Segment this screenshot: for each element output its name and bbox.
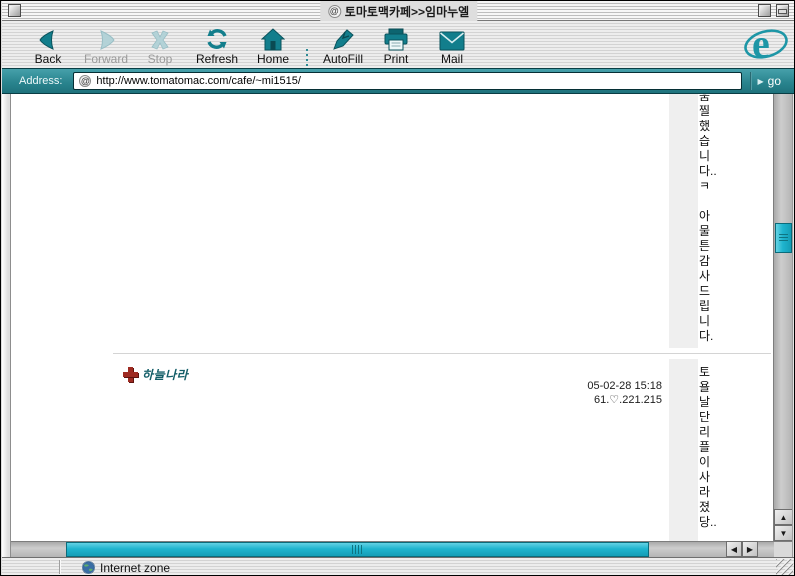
back-button[interactable]: Back: [19, 25, 77, 66]
scroll-down-button[interactable]: ▼: [774, 525, 793, 541]
table-cell-spacer-top: [669, 94, 698, 348]
scrollbar-corner: [774, 541, 792, 557]
window-title-area: @ 토마토맥카페>>임마누엘: [320, 1, 477, 21]
page-content: 움 찔 했 습 니 다.. ㅋ 아 물 튼 감 사 드 립 니 다. 하늘나라 …: [11, 94, 773, 541]
vertical-scrollbar[interactable]: ▲ ▼: [773, 94, 792, 541]
horizontal-scrollbar[interactable]: ◀ ▶: [11, 541, 774, 557]
scroll-right-button[interactable]: ▶: [742, 541, 758, 557]
status-bar: Internet zone: [2, 557, 795, 576]
stop-button: Stop: [131, 25, 189, 66]
forward-icon: [94, 26, 118, 51]
close-box[interactable]: [8, 4, 21, 17]
forward-button: Forward: [77, 25, 135, 66]
scroll-up-button[interactable]: ▲: [774, 509, 793, 525]
mail-label: Mail: [441, 53, 463, 66]
row-divider: [113, 353, 771, 354]
vertical-scroll-thumb[interactable]: [775, 223, 792, 253]
comment-text-top: 움 찔 했 습 니 다.. ㅋ 아 물 튼 감 사 드 립 니 다.: [699, 94, 725, 344]
author-signature: 하늘나라: [123, 366, 188, 383]
svg-text:e: e: [752, 23, 770, 65]
go-button[interactable]: ▶ go: [757, 74, 795, 88]
print-icon: [383, 26, 409, 51]
horizontal-scroll-thumb[interactable]: [66, 542, 649, 557]
stop-label: Stop: [148, 53, 173, 66]
status-segment-divider: [59, 560, 60, 574]
window-resize-grip[interactable]: [776, 559, 793, 576]
right-arrow-icon: ▶: [747, 545, 753, 554]
home-button[interactable]: Home: [244, 25, 302, 66]
home-label: Home: [257, 53, 289, 66]
page-at-icon: @: [328, 5, 341, 18]
home-icon: [261, 26, 285, 51]
zoom-box[interactable]: [758, 4, 771, 17]
address-go-divider: [750, 72, 752, 90]
collapse-box[interactable]: [776, 4, 789, 17]
go-arrow-icon: ▶: [757, 77, 763, 86]
mail-button[interactable]: Mail: [423, 25, 481, 66]
address-label: Address:: [19, 75, 62, 87]
autofill-button[interactable]: AutoFill: [314, 25, 372, 66]
autofill-label: AutoFill: [323, 53, 363, 66]
refresh-label: Refresh: [196, 53, 238, 66]
left-arrow-icon: ◀: [731, 545, 737, 554]
browser-window: @ 토마토맥카페>>임마누엘 Back Forward Stop: [0, 0, 795, 576]
url-text: http://www.tomatomac.com/cafe/~mi1515/: [96, 75, 301, 87]
forward-label: Forward: [84, 53, 128, 66]
signature-text: 하늘나라: [142, 366, 188, 383]
comment-text-bottom: 토 욜 날 단 리 플 이 사 라 졌 당..: [699, 365, 725, 530]
scroll-left-button[interactable]: ◀: [726, 541, 742, 557]
table-cell-spacer-bottom: [669, 359, 698, 541]
back-icon: [36, 26, 60, 51]
post-ip: 61.♡.221.215: [587, 393, 662, 407]
post-date: 05-02-28 15:18: [587, 379, 662, 393]
print-label: Print: [384, 53, 409, 66]
stop-icon: [148, 26, 172, 51]
internet-explorer-logo: e: [743, 23, 789, 70]
address-bar: Address: @ http://www.tomatomac.com/cafe…: [2, 68, 795, 94]
go-label: go: [768, 74, 781, 88]
red-cross-icon: [123, 367, 138, 382]
post-meta: 05-02-28 15:18 61.♡.221.215: [587, 379, 662, 407]
up-arrow-icon: ▲: [780, 513, 788, 522]
print-button[interactable]: Print: [367, 25, 425, 66]
address-input[interactable]: @ http://www.tomatomac.com/cafe/~mi1515/: [73, 72, 742, 90]
refresh-button[interactable]: Refresh: [188, 25, 246, 66]
url-at-icon: @: [79, 75, 91, 87]
security-zone-text: Internet zone: [100, 561, 170, 575]
back-label: Back: [35, 53, 62, 66]
browser-toolbar: Back Forward Stop: [2, 21, 795, 68]
autofill-icon: [331, 26, 355, 51]
mail-icon: [439, 26, 465, 51]
down-arrow-icon: ▼: [780, 529, 788, 538]
globe-icon: [82, 561, 95, 576]
title-bar[interactable]: @ 토마토맥카페>>임마누엘: [2, 1, 795, 21]
page-title: 토마토맥카페>>임마누엘: [345, 3, 469, 20]
window-left-edge: [2, 94, 11, 557]
refresh-icon: [204, 26, 230, 51]
